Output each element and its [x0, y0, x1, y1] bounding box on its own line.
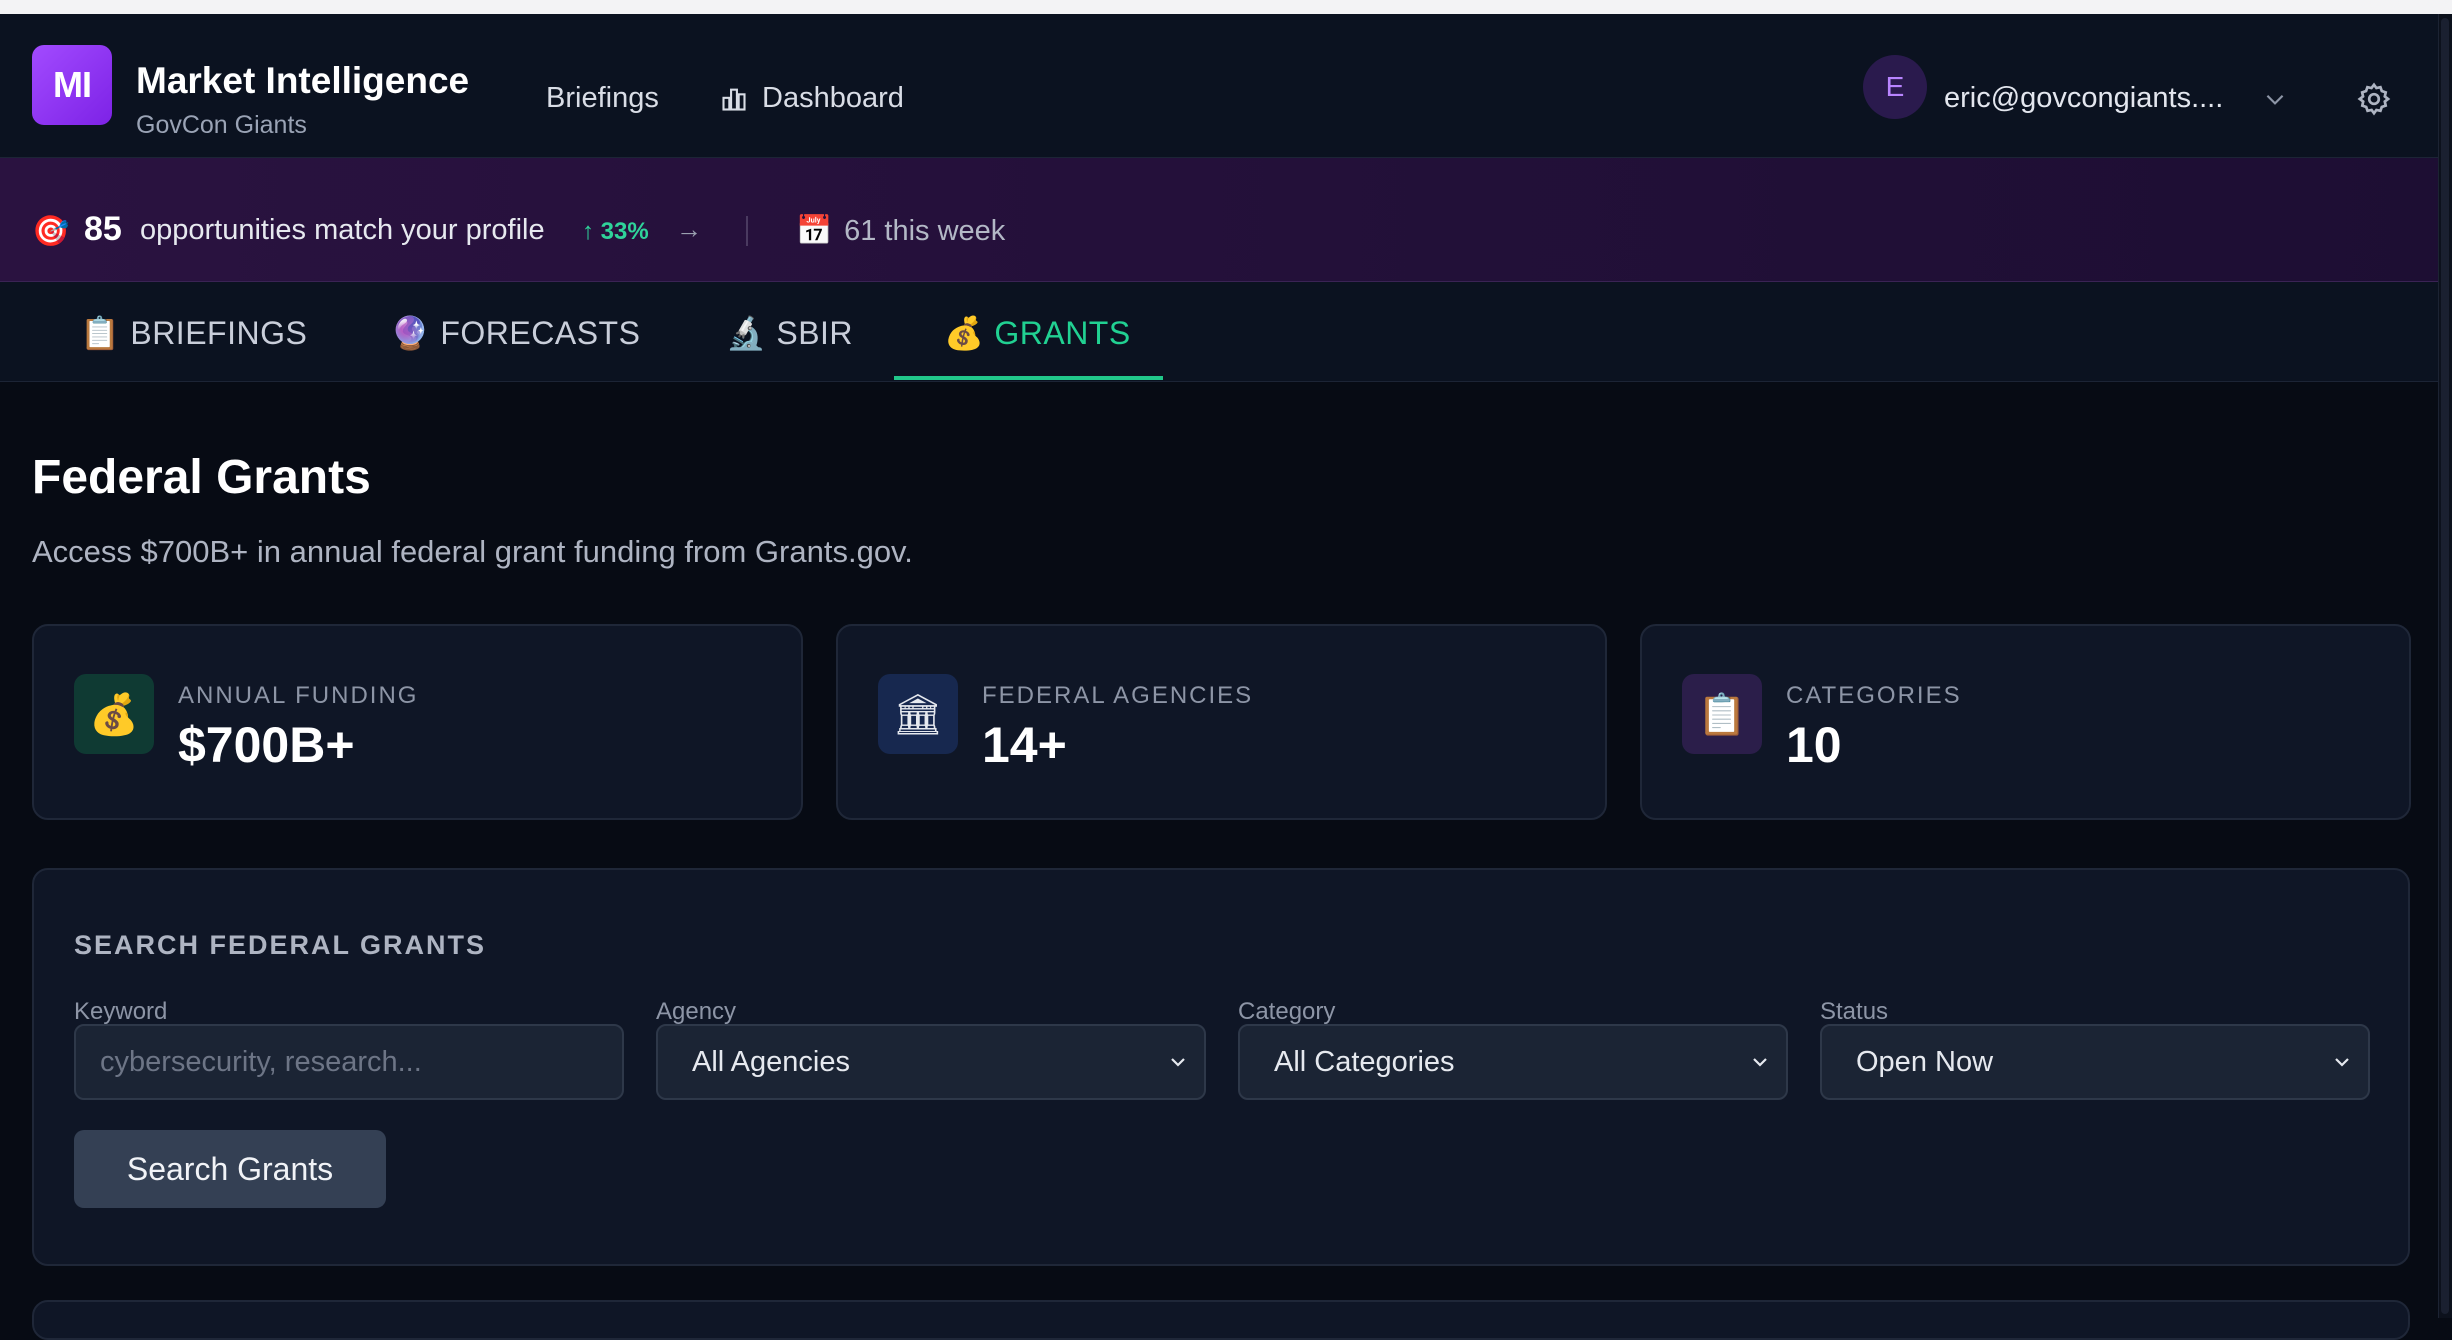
chevron-down-icon	[1753, 1058, 1767, 1067]
section-tabs: 📋 BRIEFINGS 🔮 FORECASTS 🔬 SBIR 💰 GRANTS	[0, 282, 2438, 382]
active-tab-indicator	[894, 376, 1163, 380]
calendar-icon: 📅	[796, 215, 833, 247]
agency-label: Agency	[656, 998, 737, 1025]
week-count-label: 61 this week	[844, 214, 1006, 247]
money-bag-icon: 💰	[74, 674, 154, 754]
stat-label: FEDERAL AGENCIES	[982, 682, 1254, 709]
search-grants-button[interactable]: Search Grants	[74, 1130, 386, 1208]
arrow-right-icon[interactable]: →	[676, 214, 702, 245]
tab-label: SBIR	[776, 314, 854, 351]
tab-grants[interactable]: 💰 GRANTS	[944, 314, 1131, 352]
tab-label: GRANTS	[994, 314, 1131, 351]
stat-label: CATEGORIES	[1786, 682, 1962, 709]
gear-icon[interactable]	[2356, 81, 2392, 117]
top-header: MI Market Intelligence GovCon Giants Bri…	[0, 14, 2438, 158]
tab-briefings[interactable]: 📋 BRIEFINGS	[80, 314, 307, 352]
stat-value: $700B+	[178, 717, 355, 773]
page-title: Federal Grants	[32, 451, 371, 504]
keyword-label: Keyword	[74, 998, 168, 1025]
chevron-down-icon[interactable]	[2262, 86, 2288, 112]
app-root: MI Market Intelligence GovCon Giants Bri…	[0, 14, 2438, 1340]
tab-sbir[interactable]: 🔬 SBIR	[726, 314, 853, 352]
category-label: Category	[1238, 998, 1336, 1025]
nav-briefings-link[interactable]: Briefings	[546, 82, 659, 115]
trend-badge: ↑ 33%	[582, 218, 649, 245]
nav-dashboard-label: Dashboard	[762, 82, 904, 114]
match-text: opportunities match your profile	[140, 214, 545, 246]
stat-card-categories: 📋 CATEGORIES 10	[1640, 624, 2411, 820]
logo-badge[interactable]: MI	[32, 45, 112, 125]
tab-label: BRIEFINGS	[130, 314, 308, 351]
money-bag-icon: 💰	[944, 315, 985, 351]
clipboard-icon: 📋	[80, 315, 121, 351]
stat-card-annual-funding: 💰 ANNUAL FUNDING $700B+	[32, 624, 803, 820]
tab-label: FORECASTS	[440, 314, 641, 351]
tab-forecasts[interactable]: 🔮 FORECASTS	[390, 314, 640, 352]
search-panel: SEARCH FEDERAL GRANTS Keyword Agency All…	[32, 868, 2410, 1266]
status-select-value: Open Now	[1856, 1045, 1994, 1078]
keyword-input[interactable]	[74, 1024, 624, 1100]
chevron-down-icon	[1171, 1058, 1185, 1067]
bar-chart-icon	[722, 88, 746, 111]
chevron-down-icon	[2335, 1058, 2349, 1067]
page-subtitle: Access $700B+ in annual federal grant fu…	[32, 534, 913, 569]
status-label: Status	[1820, 998, 1889, 1025]
app-title: Market Intelligence	[136, 60, 470, 101]
status-select[interactable]: Open Now	[1820, 1024, 2370, 1100]
stat-label: ANNUAL FUNDING	[178, 682, 419, 709]
user-avatar[interactable]: E	[1863, 55, 1927, 119]
scrollbar-thumb[interactable]	[2441, 18, 2449, 1314]
stat-value: 14+	[982, 717, 1067, 773]
app-subtitle: GovCon Giants	[136, 111, 307, 139]
results-card-partial	[32, 1300, 2410, 1340]
search-panel-title: SEARCH FEDERAL GRANTS	[74, 930, 487, 960]
banner-divider	[746, 216, 748, 246]
profile-match-banner[interactable]: 🎯 85 opportunities match your profile ↑ …	[0, 158, 2438, 282]
category-select[interactable]: All Categories	[1238, 1024, 1788, 1100]
stat-value: 10	[1786, 717, 1842, 773]
crystal-ball-icon: 🔮	[390, 315, 431, 351]
category-select-value: All Categories	[1274, 1045, 1455, 1078]
stat-card-federal-agencies: 🏛 FEDERAL AGENCIES 14+	[836, 624, 1607, 820]
week-count: 📅 61 this week	[796, 214, 1005, 248]
clipboard-icon: 📋	[1682, 674, 1762, 754]
browser-top-strip	[0, 0, 2452, 14]
agency-select[interactable]: All Agencies	[656, 1024, 1206, 1100]
microscope-icon: 🔬	[726, 315, 767, 351]
agency-select-value: All Agencies	[692, 1045, 850, 1078]
user-email[interactable]: eric@govcongiants....	[1944, 82, 2223, 115]
match-count: 85	[84, 210, 122, 248]
government-building-icon: 🏛	[878, 674, 958, 754]
target-icon: 🎯	[32, 215, 70, 248]
nav-dashboard-link[interactable]: Dashboard	[720, 82, 904, 115]
